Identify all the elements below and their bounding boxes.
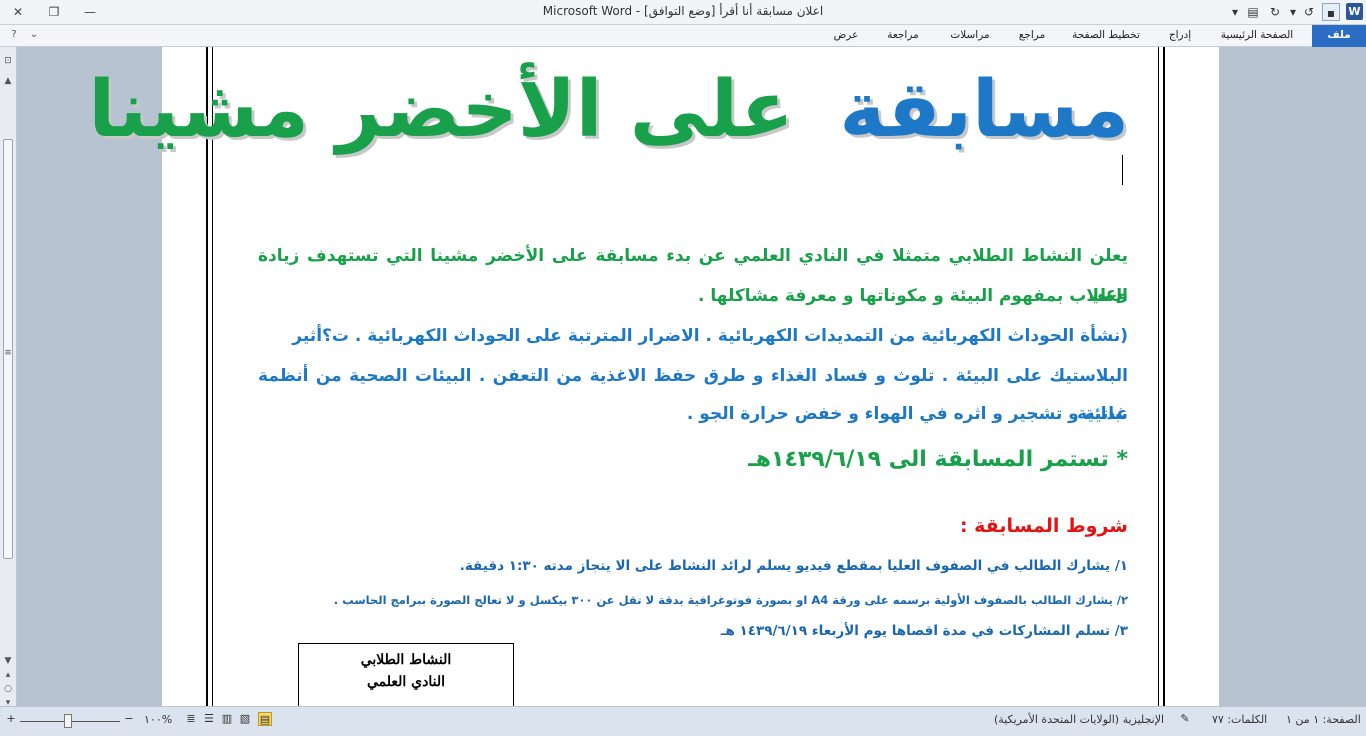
tab-review[interactable]: مراجعة	[878, 25, 928, 46]
page-border-right-outer	[1163, 47, 1165, 706]
tab-view[interactable]: عرض	[826, 25, 866, 46]
sign-line-2: النادي العلمي	[366, 674, 446, 690]
headline: مسابقة على الأخضر مشينا	[88, 65, 1129, 185]
status-bar: + − ١٠٠% ≣ ☰ ▥ ▧ ▤ الإنجليزية (الولايات …	[0, 706, 1366, 736]
window-title: اعلان مسابقة أنا أقرأ [وضع التوافق] - Mi…	[542, 4, 824, 18]
vertical-scrollbar[interactable]: ⊡ ▲ ≡ ▼ ▴ ○ ▾	[0, 47, 17, 708]
condition-1: ١/ يشارك الطالب في الصفوف العليا بمقطع ف…	[459, 558, 1128, 574]
title-bar: ✕ ❐ — اعلان مسابقة أنا أقرأ [وضع التوافق…	[0, 0, 1366, 25]
tab-references[interactable]: مراجع	[1010, 25, 1054, 46]
ruler-toggle-icon[interactable]: ⊡	[2, 55, 14, 67]
page-number[interactable]: الصفحة: ١ من ١	[1286, 713, 1361, 726]
print-layout-icon[interactable]: ▤	[258, 712, 272, 726]
scroll-down-icon[interactable]: ▼	[2, 655, 14, 667]
zoom-in-button[interactable]: +	[4, 712, 18, 726]
zoom-level[interactable]: ١٠٠%	[144, 713, 172, 726]
word-app-logo[interactable]: W	[1346, 3, 1363, 20]
deadline: * تستمر المسابقة الى ١٤٣٩/٦/١٩هـ	[748, 447, 1128, 472]
draft-view-icon[interactable]: ≣	[184, 712, 198, 726]
zoom-slider-thumb[interactable]	[64, 714, 72, 728]
conditions-title: شروط المسابقة :	[959, 515, 1128, 537]
undo-icon[interactable]: ↺	[1300, 3, 1318, 21]
tab-home[interactable]: الصفحة الرئيسية	[1210, 25, 1304, 46]
chevron-down-icon[interactable]: ⌄	[26, 27, 42, 43]
grip-icon: ≡	[4, 348, 12, 358]
text-cursor	[1122, 155, 1123, 185]
print-preview-icon[interactable]: ▤	[1244, 3, 1262, 21]
tab-insert[interactable]: إدراج	[1158, 25, 1202, 46]
headline-green: على الأخضر مشينا	[88, 65, 794, 155]
help-icon[interactable]: ?	[6, 27, 22, 43]
zoom-out-button[interactable]: −	[122, 712, 136, 726]
tab-page-layout[interactable]: تخطيط الصفحة	[1064, 25, 1148, 46]
intro-line-2: الطلاب بمفهوم البيئة و مكوناتها و معرفة …	[698, 286, 1128, 306]
outline-view-icon[interactable]: ☰	[202, 712, 216, 726]
tab-mailings[interactable]: مراسلات	[940, 25, 1000, 46]
tab-file[interactable]: ملف	[1312, 25, 1366, 47]
sign-line-1: النشاط الطلابي	[360, 652, 452, 668]
web-layout-icon[interactable]: ▥	[220, 712, 234, 726]
customize-qat-icon[interactable]: ▾	[1226, 3, 1244, 21]
ribbon-tabs: ? ⌄ عرض مراجعة مراسلات مراجع تخطيط الصفح…	[0, 25, 1366, 47]
browse-object-icon[interactable]: ○	[2, 683, 14, 695]
full-screen-reading-icon[interactable]: ▧	[238, 712, 252, 726]
topics-line-1: (نشأة الحوداث الكهربائية من التمديدات ال…	[292, 326, 1128, 346]
proofing-icon[interactable]: ✎	[1178, 712, 1192, 726]
document-page[interactable]: مسابقة على الأخضر مشينا يعلن النشاط الطل…	[88, 47, 1219, 706]
topics-line-3: نباتية و تشجير و اثره في الهواء و خفض حر…	[686, 404, 1128, 424]
document-workspace: مسابقة على الأخضر مشينا يعلن النشاط الطل…	[17, 47, 1366, 706]
save-icon[interactable]: ▪	[1322, 3, 1340, 21]
previous-page-icon[interactable]: ▴	[2, 669, 14, 681]
headline-blue: مسابقة	[839, 65, 1129, 155]
word-count[interactable]: الكلمات: ٧٧	[1212, 713, 1267, 726]
scroll-up-icon[interactable]: ▲	[2, 75, 14, 87]
redo-icon[interactable]: ↻	[1266, 3, 1284, 21]
language-indicator[interactable]: الإنجليزية (الولايات المتحدة الأمريكية)	[994, 713, 1164, 726]
signature-box: النشاط الطلابي النادي العلمي	[298, 643, 514, 706]
page-border-right-inner	[1158, 47, 1159, 706]
